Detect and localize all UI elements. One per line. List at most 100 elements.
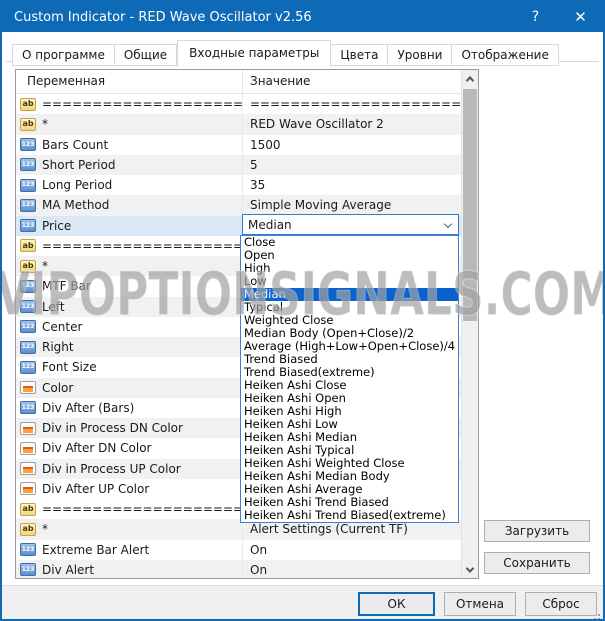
parameter-name: MA Method	[42, 198, 109, 212]
tab-4[interactable]: Цвета	[331, 44, 388, 66]
parameter-value[interactable]: Simple Moving Average	[243, 195, 461, 215]
number-parameter-icon: 123	[20, 280, 36, 293]
number-parameter-icon: 123	[20, 138, 36, 151]
table-row[interactable]: 123 Div Alert On	[16, 560, 461, 578]
parameter-name: *	[42, 259, 48, 273]
number-parameter-icon: 123	[20, 320, 36, 333]
cancel-button[interactable]: Отмена	[444, 592, 516, 616]
variable-cell: 123 Left	[16, 297, 243, 317]
parameter-name: Div Alert	[42, 563, 94, 577]
parameter-name: Extreme Bar Alert	[42, 543, 149, 557]
column-header-value: Значение	[243, 70, 478, 93]
variable-cell: ab ============================	[16, 499, 243, 519]
scrollbar-thumb[interactable]	[463, 89, 477, 321]
price-dropdown-list: CloseOpenHighLowMedianTypicalWeighted Cl…	[240, 235, 459, 523]
tab-5[interactable]: Уровни	[388, 44, 452, 66]
price-combobox[interactable]: Median	[242, 214, 459, 235]
table-row[interactable]: 123 Long Period 35	[16, 175, 461, 195]
text-parameter-icon: ab	[20, 260, 36, 273]
table-row[interactable]: 123 Bars Count 1500	[16, 135, 461, 155]
number-parameter-icon: 123	[20, 300, 36, 313]
parameter-name: Div After DN Color	[42, 441, 151, 455]
number-parameter-icon: 123	[20, 543, 36, 556]
price-combobox-value: Median	[248, 218, 292, 232]
scroll-up-icon[interactable]	[462, 70, 478, 87]
variable-cell: ab *	[16, 519, 243, 539]
resize-grip[interactable]	[590, 610, 600, 620]
save-button[interactable]: Сохранить	[484, 552, 590, 574]
parameter-name: Div After UP Color	[42, 482, 149, 496]
text-parameter-icon: ab	[20, 503, 36, 516]
variable-cell: 123 Bars Count	[16, 135, 243, 155]
parameter-name: ============================	[42, 97, 243, 111]
title-bar[interactable]: Custom Indicator - RED Wave Oscillator v…	[2, 2, 603, 32]
table-row[interactable]: ab*RED Wave Oscillator 2	[16, 114, 461, 134]
variable-cell: 123 Price	[16, 216, 243, 236]
tab-3[interactable]: Входные параметры	[177, 40, 331, 67]
window-title: Custom Indicator - RED Wave Oscillator v…	[2, 10, 312, 25]
variable-cell: ab============================	[16, 94, 243, 114]
parameter-name: Bars Count	[42, 138, 108, 152]
variable-cell: Color	[16, 378, 243, 398]
parameter-value[interactable]: 1500	[243, 135, 461, 155]
variable-cell: 123 MTF Bar	[16, 276, 243, 296]
variable-cell: 123 Short Period	[16, 155, 243, 175]
help-icon[interactable]: ?	[513, 2, 558, 32]
number-parameter-icon: 123	[20, 341, 36, 354]
parameter-name: Div in Process UP Color	[42, 462, 181, 476]
variable-cell: ab============================	[16, 236, 243, 256]
variable-cell: ab *	[16, 256, 243, 276]
parameter-value[interactable]: ============================	[243, 94, 461, 114]
ok-button[interactable]: ОК	[358, 592, 435, 616]
table-row[interactable]: 123 Short Period 5	[16, 155, 461, 175]
parameter-name: *	[42, 117, 48, 131]
parameter-name: Div in Process DN Color	[42, 421, 183, 435]
tab-6[interactable]: Отображение	[452, 44, 558, 66]
color-parameter-icon	[20, 422, 36, 435]
parameter-name: Left	[42, 300, 65, 314]
parameter-name: Long Period	[42, 178, 112, 192]
scroll-down-icon[interactable]	[462, 561, 478, 578]
bottom-bar: ОК Отмена Сброс	[2, 585, 603, 621]
tab-2[interactable]: Общие	[115, 44, 177, 66]
parameter-value[interactable]: On	[243, 560, 461, 578]
variable-cell: Div in Process UP Color	[16, 459, 243, 479]
parameter-value[interactable]: 35	[243, 175, 461, 195]
variable-cell: Div in Process DN Color	[16, 418, 243, 438]
number-parameter-icon: 123	[20, 158, 36, 171]
color-parameter-icon	[20, 381, 36, 394]
number-parameter-icon: 123	[20, 563, 36, 576]
dropdown-option[interactable]: Heiken Ashi Trend Biased(extreme)	[241, 509, 458, 522]
parameter-name: Short Period	[42, 158, 115, 172]
parameter-value[interactable]: 5	[243, 155, 461, 175]
variable-cell: 123Center	[16, 317, 243, 337]
chevron-down-icon	[444, 220, 452, 228]
custom-indicator-dialog: Custom Indicator - RED Wave Oscillator v…	[0, 0, 605, 621]
parameter-name: *	[42, 522, 48, 536]
parameter-name: ============================	[42, 239, 243, 253]
close-icon[interactable]: ✕	[558, 2, 603, 32]
variable-cell: Div After DN Color	[16, 438, 243, 458]
number-parameter-icon: 123	[20, 179, 36, 192]
number-parameter-icon: 123	[20, 219, 36, 232]
parameter-name: Font Size	[42, 360, 97, 374]
vertical-scrollbar[interactable]	[461, 70, 478, 578]
load-button[interactable]: Загрузить	[484, 520, 590, 542]
dropdown-option[interactable]: Open	[241, 249, 458, 262]
parameter-value[interactable]: RED Wave Oscillator 2	[243, 114, 461, 134]
number-parameter-icon: 123	[20, 199, 36, 212]
text-parameter-icon: ab	[20, 523, 36, 536]
table-row[interactable]: ab======================================…	[16, 94, 461, 114]
parameter-name: MTF Bar	[42, 279, 91, 293]
parameter-value[interactable]: On	[243, 540, 461, 560]
color-parameter-icon	[20, 462, 36, 475]
table-row[interactable]: 123 MA Method Simple Moving Average	[16, 195, 461, 215]
table-row[interactable]: 123 Extreme Bar Alert On	[16, 540, 461, 560]
tab-1[interactable]: О программе	[12, 44, 115, 66]
parameter-name: Color	[42, 381, 73, 395]
variable-cell: 123Font Size	[16, 357, 243, 377]
parameter-name: Price	[42, 219, 71, 233]
reset-button[interactable]: Сброс	[525, 592, 597, 616]
parameter-name: ============================	[42, 502, 243, 516]
dropdown-option[interactable]: High	[241, 262, 458, 275]
